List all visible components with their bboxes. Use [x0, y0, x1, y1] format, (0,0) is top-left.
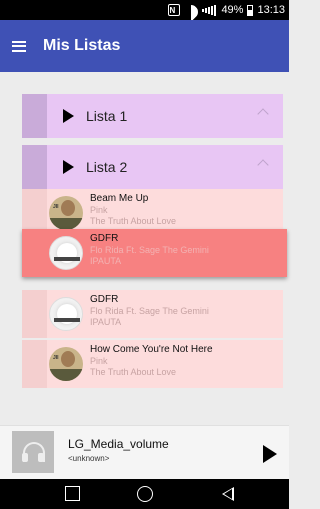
track-album: The Truth About Love: [90, 367, 177, 377]
track-row[interactable]: GDFR Flo Rida Ft. Sage The Gemini IPAUTA: [22, 290, 283, 338]
page-title: Mis Listas: [43, 37, 121, 54]
track-title: How Come You're Not Here: [90, 344, 213, 355]
headphones-icon: [22, 442, 45, 462]
chevron-up-icon[interactable]: [257, 159, 269, 171]
home-icon[interactable]: [137, 486, 153, 502]
hamburger-icon[interactable]: [12, 40, 26, 52]
header-stripe: [22, 94, 47, 138]
player-thumbnail: [12, 431, 54, 473]
mini-player[interactable]: LG_Media_volume <unknown>: [0, 425, 289, 479]
track-stripe: [22, 229, 47, 277]
flo-rida-album-art: [49, 236, 83, 270]
list-header-lista-2[interactable]: Lista 2: [22, 145, 283, 189]
track-album: The Truth About Love: [90, 216, 177, 226]
play-icon[interactable]: [63, 109, 74, 123]
back-icon[interactable]: [222, 487, 234, 501]
track-title: GDFR: [90, 294, 119, 305]
track-title: GDFR: [90, 233, 119, 244]
nfc-icon: N: [168, 4, 181, 16]
play-icon[interactable]: [63, 160, 74, 174]
wifi-icon: [184, 5, 198, 16]
player-subtitle: <unknown>: [68, 454, 110, 463]
pink-album-art: JII: [49, 196, 83, 230]
track-artist: Flo Rida Ft. Sage The Gemini: [90, 245, 209, 255]
player-title: LG_Media_volume: [68, 437, 169, 451]
track-row[interactable]: JII How Come You're Not Here Pink The Tr…: [22, 340, 283, 388]
list-label: Lista 1: [86, 108, 128, 124]
pink-album-art: JII: [49, 347, 83, 381]
battery-icon: [247, 4, 254, 16]
track-row-selected[interactable]: GDFR Flo Rida Ft. Sage The Gemini IPAUTA: [22, 229, 287, 277]
play-icon[interactable]: [263, 445, 277, 463]
chevron-up-icon[interactable]: [257, 108, 269, 120]
track-stripe: [22, 340, 47, 388]
clock: 13:13: [257, 4, 285, 16]
recent-apps-icon[interactable]: [65, 486, 80, 501]
list-content[interactable]: Lista 1 Lista 2 JII Beam Me Up Pink The …: [0, 72, 289, 425]
list-label: Lista 2: [86, 159, 128, 175]
flo-rida-album-art: [49, 297, 83, 331]
signal-icon: [202, 4, 217, 16]
status-bar: N 49% 13:13: [0, 0, 289, 20]
track-album: IPAUTA: [90, 256, 122, 266]
system-nav-bar: [0, 479, 289, 509]
track-artist: Flo Rida Ft. Sage The Gemini: [90, 306, 209, 316]
header-stripe: [22, 145, 47, 189]
track-stripe: [22, 290, 47, 338]
track-album: IPAUTA: [90, 317, 122, 327]
list-header-lista-1[interactable]: Lista 1: [22, 94, 283, 138]
app-bar: Mis Listas: [0, 20, 289, 72]
track-artist: Pink: [90, 205, 108, 215]
track-artist: Pink: [90, 356, 108, 366]
battery-percent: 49%: [221, 4, 244, 16]
track-title: Beam Me Up: [90, 193, 149, 204]
